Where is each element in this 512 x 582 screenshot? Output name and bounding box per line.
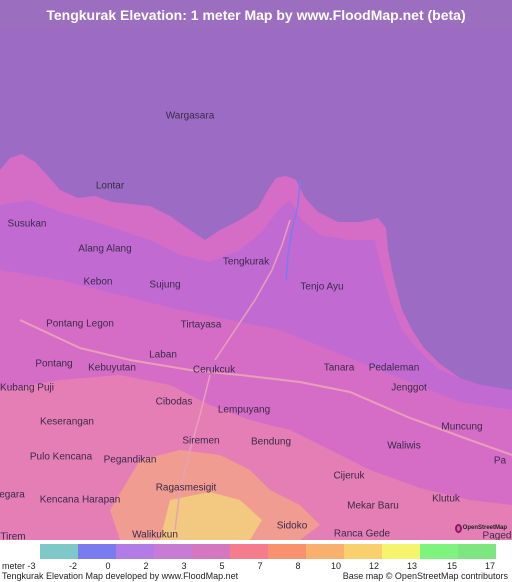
legend-tick: 7	[257, 561, 263, 571]
legend-tick: 0	[105, 561, 111, 571]
place-lempuyang: Lempuyang	[217, 404, 271, 416]
legend-tick: -2	[68, 561, 78, 571]
legend-tick: 12	[368, 561, 380, 571]
place-sidoko: Sidoko	[276, 520, 308, 532]
legend-tick: 3	[181, 561, 187, 571]
place-tenjo-ayu: Tenjo Ayu	[300, 281, 344, 293]
basemap-credit[interactable]: Base map © OpenStreetMap contributors	[343, 571, 508, 581]
place-muncung: Muncung	[441, 421, 483, 433]
place-kubang-puji: Kubang Puji	[0, 382, 54, 394]
osm-badge[interactable]: OpenStreetMap	[455, 520, 507, 536]
place-pa: Pa	[493, 455, 507, 467]
place-siremen: Siremen	[182, 435, 220, 447]
legend-swatch-10	[420, 544, 458, 559]
legend-swatch-1	[78, 544, 116, 559]
legend-tick: 13	[406, 561, 418, 571]
place-klutuk: Klutuk	[432, 493, 460, 505]
osm-badge-label: OpenStreetMap	[462, 525, 507, 531]
legend-swatch-0	[40, 544, 78, 559]
legend-swatch-11	[458, 544, 496, 559]
place-kencana-harapan: Kencana Harapan	[39, 494, 121, 506]
place-kebon: Kebon	[83, 276, 113, 288]
place-mekar-baru: Mekar Baru	[347, 500, 399, 512]
place-egara: egara	[0, 489, 25, 501]
place-alang-alang: Alang Alang	[78, 243, 132, 255]
place-pulo-kencana: Pulo Kencana	[29, 451, 93, 463]
place-laban: Laban	[149, 349, 177, 361]
place-cijeruk: Cijeruk	[333, 470, 365, 482]
legend-swatch-6	[268, 544, 306, 559]
legend-swatch-8	[344, 544, 382, 559]
place-tengkurak: Tengkurak	[222, 256, 270, 268]
place-cibodas: Cibodas	[155, 396, 193, 408]
place-sujung: Sujung	[149, 279, 181, 291]
legend-tick: 5	[219, 561, 225, 571]
place-keserangan: Keserangan	[40, 416, 94, 428]
legend-tick: 8	[295, 561, 301, 571]
place-tirem: Tirem	[0, 531, 26, 541]
map-canvas	[0, 30, 512, 540]
place-pegandikan: Pegandikan	[103, 454, 157, 466]
place-kebuyutan: Kebuyutan	[88, 362, 136, 374]
place-lontar: Lontar	[95, 180, 125, 192]
magnifier-icon	[455, 523, 462, 533]
developer-credit: Tengkurak Elevation Map developed by www…	[2, 571, 239, 581]
place-cerukcuk: Cerukcuk	[192, 364, 236, 376]
place-ranca-gede: Ranca Gede	[333, 528, 391, 540]
legend-swatch-3	[154, 544, 192, 559]
place-wargasara: Wargasara	[165, 110, 215, 122]
legend-tick: 17	[484, 561, 496, 571]
place-waliwis: Waliwis	[387, 440, 421, 452]
legend-swatch-5	[230, 544, 268, 559]
elevation-legend: meter -3 -2 0 2 3 5 7 8 10 12 13 15 17 T…	[0, 540, 512, 582]
place-bendung: Bendung	[250, 436, 292, 448]
place-tanara: Tanara	[323, 362, 355, 374]
legend-swatch-4	[192, 544, 230, 559]
place-ragasmesigit: Ragasmesigit	[155, 482, 217, 494]
legend-swatch-2	[116, 544, 154, 559]
place-walikukun: Walikukun	[132, 529, 178, 541]
legend-tick: 10	[330, 561, 342, 571]
place-susukan: Susukan	[7, 218, 47, 230]
place-tirtayasa: Tirtayasa	[180, 319, 222, 331]
legend-tick: 2	[143, 561, 149, 571]
map-title: Tengkurak Elevation: 1 meter Map by www.…	[46, 7, 466, 23]
legend-swatch-7	[306, 544, 344, 559]
legend-tick: 15	[446, 561, 458, 571]
place-pontang: Pontang	[35, 358, 73, 370]
legend-swatches	[40, 544, 496, 559]
place-jenggot: Jenggot	[391, 382, 427, 394]
elevation-map[interactable]: Wargasara Lontar Susukan Alang Alang Ten…	[0, 30, 512, 540]
legend-swatch-9	[382, 544, 420, 559]
place-pedaleman: Pedaleman	[368, 362, 420, 374]
place-pontang-legon: Pontang Legon	[46, 318, 114, 330]
title-bar: Tengkurak Elevation: 1 meter Map by www.…	[0, 0, 512, 30]
